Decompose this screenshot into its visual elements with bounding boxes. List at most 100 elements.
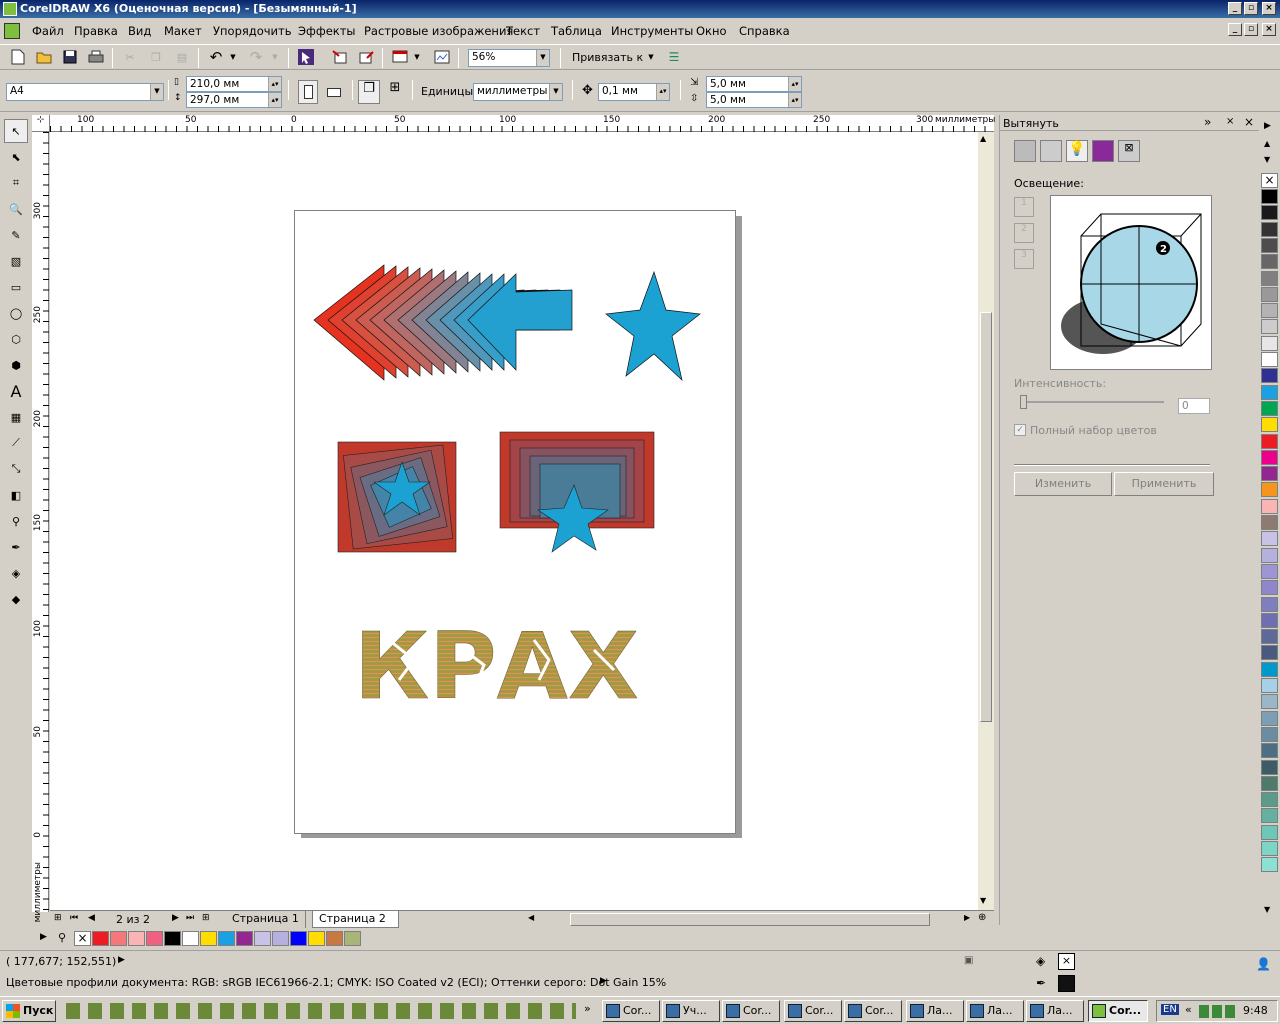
outline-color-swatch[interactable] — [1058, 975, 1075, 992]
menu-view[interactable]: Вид — [128, 24, 151, 38]
palette-swatch[interactable] — [1261, 759, 1278, 775]
light-1-button[interactable]: 1 — [1014, 197, 1034, 217]
palette-swatch[interactable] — [1261, 645, 1278, 661]
palette-swatch[interactable] — [1261, 743, 1278, 759]
full-color-checkbox[interactable]: ✓ — [1014, 424, 1026, 436]
vertical-scroll-thumb[interactable] — [980, 312, 992, 722]
palette-swatch[interactable] — [1261, 629, 1278, 645]
palette-swatch[interactable] — [1261, 531, 1278, 547]
palette-swatch[interactable] — [1261, 400, 1278, 416]
palette-swatch[interactable] — [1261, 270, 1278, 286]
tab-page-1[interactable]: Страница 1 — [226, 911, 306, 928]
quick-launch-more-icon[interactable]: » — [584, 1002, 591, 1015]
palette-swatch[interactable] — [1261, 319, 1278, 335]
palette-swatch[interactable] — [1261, 286, 1278, 302]
add-page-end-icon[interactable]: ⊞ — [202, 913, 210, 923]
close-button[interactable]: × — [1262, 2, 1276, 15]
palette-swatch[interactable] — [1261, 449, 1278, 465]
next-page-icon[interactable]: ▶ — [172, 913, 179, 923]
new-icon[interactable] — [8, 47, 28, 67]
dimension-tool-icon[interactable]: ⟋ — [4, 431, 28, 455]
document-palette-swatch[interactable] — [254, 931, 271, 946]
doc-restore-button[interactable]: ▫ — [1244, 23, 1258, 36]
spinner-icon[interactable]: ▴▾ — [268, 93, 281, 107]
document-palette-swatch[interactable] — [236, 931, 253, 946]
extrude-bevel-icon[interactable]: ⊠ — [1118, 140, 1140, 162]
table-tool-icon[interactable]: ▦ — [4, 405, 28, 429]
taskbar-item[interactable]: Ла... — [966, 1000, 1024, 1022]
ellipse-tool-icon[interactable]: ◯ — [4, 301, 28, 325]
last-page-icon[interactable]: ⏭ — [186, 913, 194, 923]
document-palette-swatch[interactable] — [92, 931, 109, 946]
fill-none-swatch[interactable]: × — [1058, 953, 1075, 970]
spinner-icon[interactable]: ▴▾ — [656, 84, 669, 100]
no-color-swatch[interactable]: × — [1261, 173, 1278, 188]
document-palette-swatch[interactable] — [110, 931, 127, 946]
palette-swatch[interactable] — [1261, 237, 1278, 253]
palette-scroll-up-icon[interactable]: ▲ — [1264, 139, 1270, 148]
horizontal-ruler[interactable]: 100 50 0 50 100 150 200 250 300 миллимет… — [50, 115, 995, 132]
search-content-icon[interactable] — [296, 47, 316, 67]
export-icon[interactable] — [356, 47, 376, 67]
publish-pdf-icon[interactable] — [390, 47, 410, 67]
interactive-fill-icon[interactable]: ◆ — [4, 587, 28, 611]
palette-swatch[interactable] — [1261, 498, 1278, 514]
zoom-navigator-icon[interactable]: ⊕ — [978, 912, 986, 923]
document-palette-swatch[interactable] — [344, 931, 361, 946]
units-select[interactable]: миллиметры ▼ — [473, 83, 563, 101]
light-2-button[interactable]: 2 — [1014, 223, 1034, 243]
app-launcher-icon[interactable] — [432, 47, 452, 67]
blend-rect-star[interactable] — [499, 431, 655, 553]
h-scroll-left-arrow[interactable]: ◀ — [528, 913, 534, 922]
horizontal-scroll-thumb[interactable] — [570, 913, 930, 926]
document-palette-swatch[interactable] — [218, 931, 235, 946]
palette-swatch[interactable] — [1261, 466, 1278, 482]
palette-swatch[interactable] — [1261, 384, 1278, 400]
palette-swatch[interactable] — [1261, 775, 1278, 791]
palette-swatch[interactable] — [1261, 824, 1278, 840]
palette-swatch[interactable] — [1261, 368, 1278, 384]
palette-swatch[interactable] — [1261, 580, 1278, 596]
coords-arrow-icon[interactable]: ▶ — [118, 955, 125, 965]
document-palette-swatch[interactable] — [308, 931, 325, 946]
prev-page-icon[interactable]: ◀ — [88, 913, 95, 923]
palette-swatch[interactable] — [1261, 596, 1278, 612]
docker-collapse-icon[interactable]: » — [1204, 115, 1211, 129]
taskbar-item[interactable]: Уч... — [662, 1000, 720, 1022]
redo-dropdown-icon[interactable]: ▼ — [270, 47, 280, 67]
doc-minimize-button[interactable]: _ — [1228, 23, 1242, 36]
quick-launch-icons[interactable] — [66, 1003, 576, 1019]
add-page-start-icon[interactable]: ⊞ — [54, 913, 62, 923]
pick-tool-icon[interactable]: ↖ — [4, 119, 28, 143]
document-palette-swatch[interactable] — [164, 931, 181, 946]
paste-icon[interactable]: ▤ — [172, 47, 192, 67]
doc-close-button[interactable]: × — [1262, 23, 1276, 36]
palette-swatch[interactable] — [1261, 726, 1278, 742]
connector-tool-icon[interactable]: ⤡ — [4, 457, 28, 481]
copy-icon[interactable]: ❐ — [146, 47, 166, 67]
palette-swatch[interactable] — [1261, 221, 1278, 237]
docker-pin-icon[interactable]: ⨯ — [1226, 116, 1234, 127]
freehand-tool-icon[interactable]: ✎ — [4, 223, 28, 247]
taskbar-item[interactable]: Ла... — [1026, 1000, 1084, 1022]
docker-close-icon[interactable]: × — [1244, 115, 1254, 129]
rectangle-tool-icon[interactable]: ▭ — [4, 275, 28, 299]
basic-shapes-icon[interactable]: ⬢ — [4, 353, 28, 377]
start-button[interactable]: Пуск — [2, 1000, 56, 1022]
palette-swatch[interactable] — [1261, 189, 1278, 204]
taskbar-item[interactable]: Ла... — [906, 1000, 964, 1022]
extrude-rotation-icon[interactable] — [1040, 140, 1062, 162]
text-tool-icon[interactable]: A — [4, 379, 28, 403]
nudge-field[interactable]: 0,1 мм ▴▾ — [598, 83, 670, 101]
palette-swatch[interactable] — [1261, 612, 1278, 628]
ruler-corner[interactable]: ⊹ — [32, 115, 50, 132]
scroll-down-arrow[interactable]: ▼ — [980, 896, 986, 905]
publish-dropdown-icon[interactable]: ▼ — [412, 47, 422, 67]
drawing-canvas[interactable]: КРАХ — [50, 132, 978, 910]
palette-swatch[interactable] — [1261, 792, 1278, 808]
document-palette-swatch[interactable] — [128, 931, 145, 946]
palette-swatch[interactable] — [1261, 547, 1278, 563]
palette-expand-icon[interactable]: ▼ — [1264, 905, 1270, 914]
cut-icon[interactable]: ✂ — [120, 47, 140, 67]
menu-table[interactable]: Таблица — [551, 24, 602, 38]
